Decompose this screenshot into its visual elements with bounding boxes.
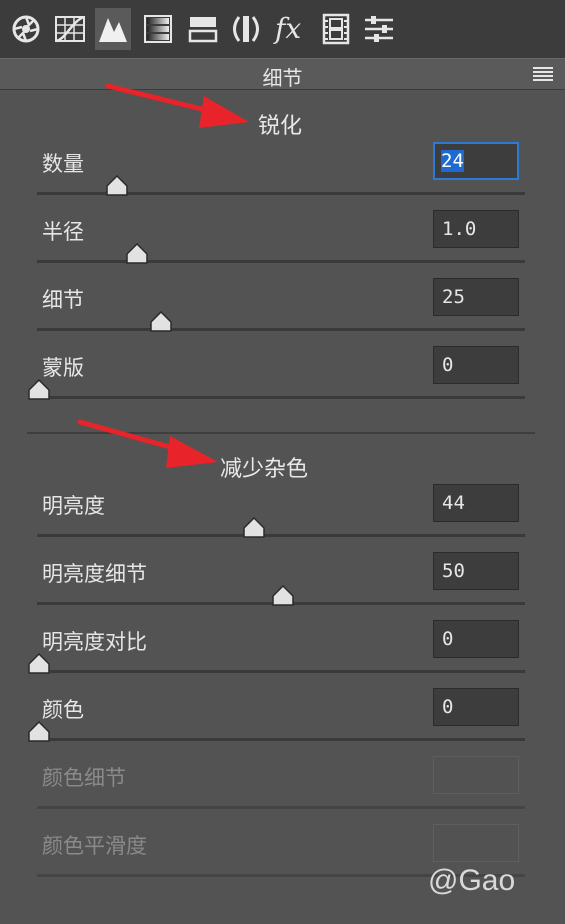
slider-value-input xyxy=(433,824,519,862)
slider-label: 明亮度 xyxy=(42,494,105,518)
slider-label: 颜色细节 xyxy=(42,766,126,790)
hamburger-menu-icon[interactable] xyxy=(533,66,553,82)
slider-thumb[interactable] xyxy=(242,517,265,539)
slider-track[interactable] xyxy=(37,738,525,741)
slider-value-input[interactable]: 25 xyxy=(433,278,519,316)
split-toning-icon[interactable] xyxy=(185,8,221,50)
panel-header: 细节 xyxy=(0,58,565,90)
red-arrow-icon xyxy=(105,83,249,128)
tone-curve-icon[interactable] xyxy=(52,8,88,50)
slider-thumb[interactable] xyxy=(272,585,294,607)
slider-value-text: 24 xyxy=(441,150,464,172)
slider-value-text: 0 xyxy=(442,696,454,718)
slider-value-input[interactable]: 0 xyxy=(433,688,519,726)
slider-thumb[interactable] xyxy=(28,653,50,675)
slider-label: 半径 xyxy=(42,220,84,244)
slider-value-input[interactable]: 44 xyxy=(433,484,519,522)
hsl-icon[interactable] xyxy=(140,8,176,50)
slider-value-text: 50 xyxy=(442,560,465,582)
slider-track[interactable] xyxy=(37,396,525,399)
fx-icon[interactable]: fx xyxy=(272,8,308,50)
slider-label: 明亮度细节 xyxy=(42,562,147,586)
aperture-icon[interactable] xyxy=(8,8,44,50)
detail-icon[interactable] xyxy=(95,8,131,50)
slider-value-text: 25 xyxy=(442,286,465,308)
slider-thumb[interactable] xyxy=(28,379,50,401)
watermark: @Gao xyxy=(428,864,516,897)
slider-label: 蒙版 xyxy=(42,356,84,380)
slider-value-text: 44 xyxy=(442,492,465,514)
lens-corrections-icon[interactable] xyxy=(228,8,264,50)
slider-track[interactable] xyxy=(37,328,525,331)
slider-thumb[interactable] xyxy=(125,243,148,265)
slider-track[interactable] xyxy=(37,534,525,537)
slider-label: 颜色 xyxy=(42,698,84,722)
slider-thumb[interactable] xyxy=(28,721,50,743)
slider-value-input[interactable]: 0 xyxy=(433,346,519,384)
slider-value-text: 0 xyxy=(442,628,454,650)
slider-value-text: 1.0 xyxy=(442,218,477,240)
slider-label: 颜色平滑度 xyxy=(42,834,147,858)
slider-label: 明亮度对比 xyxy=(42,630,147,654)
slider-track[interactable] xyxy=(37,260,525,263)
svg-text:fx: fx xyxy=(273,13,301,45)
slider-track[interactable] xyxy=(37,670,525,673)
slider-thumb[interactable] xyxy=(150,311,172,333)
slider-label: 细节 xyxy=(42,288,84,312)
slider-value-text: 0 xyxy=(442,354,454,376)
slider-value-input[interactable]: 24 xyxy=(433,142,519,180)
slider-value-input xyxy=(433,756,519,794)
red-arrow-icon xyxy=(77,419,218,468)
panel-title: 细节 xyxy=(262,66,303,90)
section-title-sharpening: 锐化 xyxy=(258,114,303,139)
slider-value-input[interactable]: 0 xyxy=(433,620,519,658)
toolbar: fx xyxy=(0,0,565,58)
slider-thumb[interactable] xyxy=(106,175,128,197)
section-title-noise-reduction: 减少杂色 xyxy=(220,457,309,482)
camera-calibration-icon[interactable] xyxy=(318,8,354,50)
slider-label: 数量 xyxy=(42,152,84,176)
slider-value-input[interactable]: 50 xyxy=(433,552,519,590)
slider-track xyxy=(37,806,525,809)
slider-value-input[interactable]: 1.0 xyxy=(433,210,519,248)
presets-icon[interactable] xyxy=(361,8,397,50)
